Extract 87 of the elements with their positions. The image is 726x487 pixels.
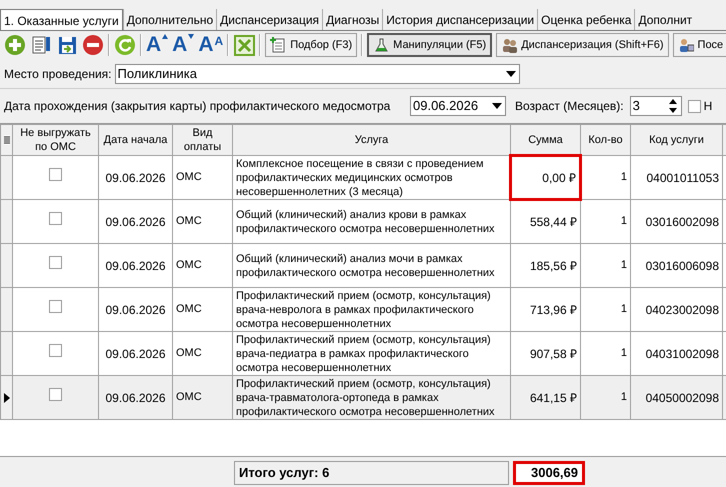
table-row[interactable]: 09.06.2026 ОМС Общий (клинический) анализ мочи в рамках профилактического осмотра несовершеннолетних 185,56 ₽ 1 03016006098 bbox=[0, 244, 726, 288]
table-cell: 1 bbox=[580, 288, 630, 332]
table-cell: 09.06.2026 bbox=[98, 376, 172, 420]
table-cell: Профилактический прием (осмотр, консультация) врача-невролога в рамках профилактического осмотра несовершеннолетних bbox=[232, 288, 510, 332]
checkbox-label: Н bbox=[704, 98, 712, 115]
checkbox[interactable] bbox=[688, 100, 701, 112]
table-row[interactable]: 09.06.2026 ОМС Общий (клинический) анализ крови в рамках профилактического осмотра несовершеннолетних 558,44 ₽ 1 03016002098 bbox=[0, 200, 726, 244]
column-header[interactable]: Сумма bbox=[510, 124, 580, 156]
age-spinner[interactable]: 3 bbox=[630, 96, 682, 116]
table-cell: 04001011053 bbox=[630, 156, 722, 200]
toolbar-button[interactable]: Диспансеризация (Shift+F6) bbox=[496, 33, 669, 57]
table-cell: 185,56 ₽ bbox=[510, 244, 580, 288]
table-cell: 03016002098 bbox=[630, 200, 722, 244]
checkbox[interactable] bbox=[49, 212, 62, 226]
tab[interactable]: 1. Оказанные услуги bbox=[0, 9, 123, 30]
table-cell: 03016006098 bbox=[630, 244, 722, 288]
current-row-icon bbox=[4, 392, 10, 402]
column-header[interactable]: Не выгружать по ОМС bbox=[12, 124, 98, 156]
checkbox[interactable] bbox=[49, 256, 62, 270]
document-add-icon bbox=[270, 37, 286, 53]
table-row[interactable]: 09.06.2026 ОМС Профилактический прием (осмотр, консультация) врача-травматолога-ортопеда в рамках профилактического осмотра несовершеннолетних 641,15 ₽ 1 04050002098 bbox=[0, 376, 726, 420]
table-cell: 1 bbox=[580, 200, 630, 244]
dropdown-arrow-icon bbox=[506, 70, 516, 76]
table-cell: Общий (клинический) анализ крови в рамках профилактического осмотра несовершеннолетних bbox=[232, 200, 510, 244]
delete-icon[interactable] bbox=[82, 34, 104, 56]
checkbox[interactable] bbox=[49, 388, 62, 402]
table-cell: 09.06.2026 bbox=[98, 156, 172, 200]
tab[interactable]: Дополнит bbox=[634, 9, 696, 30]
table-cell: 558,44 ₽ bbox=[510, 200, 580, 244]
summary-label: Итого услуг: 6 bbox=[234, 461, 509, 485]
triangle-down-icon bbox=[188, 34, 194, 39]
table-cell: 713,96 ₽ bbox=[510, 288, 580, 332]
total-value: 3006,69 bbox=[513, 461, 585, 485]
table-cell: ОМС bbox=[172, 156, 232, 200]
column-header[interactable]: Кол-во bbox=[580, 124, 630, 156]
checkbox[interactable] bbox=[49, 344, 62, 358]
column-header[interactable]: Код услуги bbox=[630, 124, 722, 156]
spreadsheet-icon[interactable] bbox=[233, 34, 256, 56]
person-icon bbox=[678, 37, 694, 53]
font-size-button[interactable]: A bbox=[172, 34, 194, 56]
table-cell: ОМС bbox=[172, 244, 232, 288]
table-cell: ОМС bbox=[172, 376, 232, 420]
toolbar-button[interactable]: Посе bbox=[672, 33, 726, 57]
table-cell: Профилактический прием (осмотр, консультация) врача-травматолога-ортопеда в рамках профилактического осмотра несовершеннолетних bbox=[232, 376, 510, 420]
table-cell: ОМС bbox=[172, 200, 232, 244]
triangle-up-icon bbox=[162, 34, 168, 39]
table-cell: 1 bbox=[580, 376, 630, 420]
toolbar-button[interactable]: Подбор (F3) bbox=[265, 33, 358, 57]
table-cell: 09.06.2026 bbox=[98, 244, 172, 288]
dropdown-arrow-icon bbox=[492, 103, 502, 109]
table-cell: 09.06.2026 bbox=[98, 288, 172, 332]
tab[interactable]: Диспансеризация bbox=[216, 9, 322, 30]
save-icon[interactable] bbox=[56, 34, 78, 56]
refresh-icon[interactable] bbox=[114, 34, 136, 56]
column-header[interactable]: Услуга bbox=[232, 124, 510, 156]
tab[interactable]: Дополнительно bbox=[122, 9, 216, 30]
table-cell: 641,15 ₽ bbox=[510, 376, 580, 420]
date-picker[interactable]: 09.06.2026 bbox=[410, 96, 506, 116]
column-header[interactable]: Дата начала bbox=[98, 124, 172, 156]
font-size-button[interactable]: A bbox=[146, 34, 168, 56]
table-cell: 09.06.2026 bbox=[98, 200, 172, 244]
table-cell: Общий (клинический) анализ мочи в рамках профилактического осмотра несовершеннолетних bbox=[232, 244, 510, 288]
table-row[interactable]: 09.06.2026 ОМС Комплексное посещение в связи с проведением профилактических медицинских осмотров несовершеннолетних (3 месяца) 0,00 ₽ 1 04001011053 bbox=[0, 156, 726, 200]
flask-icon bbox=[373, 37, 390, 53]
people-icon bbox=[501, 37, 518, 53]
table-cell: 04023002098 bbox=[630, 288, 722, 332]
table-cell: 1 bbox=[580, 156, 630, 200]
document-edit-icon[interactable] bbox=[30, 34, 52, 56]
field-label: Дата прохождения (закрытия карты) профилактического медосмотра bbox=[4, 98, 392, 115]
tab[interactable]: Диагнозы bbox=[322, 9, 382, 30]
field-label: Возраст (Месяцев): bbox=[515, 98, 624, 115]
table-cell: 04050002098 bbox=[630, 376, 722, 420]
checkbox[interactable] bbox=[49, 300, 62, 314]
column-chooser-icon[interactable] bbox=[4, 136, 10, 144]
table-cell: 0,00 ₽ bbox=[510, 156, 580, 200]
toolbar-button[interactable]: Манипуляции (F5) bbox=[367, 33, 492, 57]
tab[interactable]: История диспансеризации bbox=[382, 9, 538, 30]
field-label: Место проведения: bbox=[4, 66, 112, 82]
location-dropdown[interactable]: Поликлиника bbox=[114, 64, 520, 84]
font-size-button[interactable]: A$^{A}$ bbox=[198, 34, 224, 56]
tab[interactable]: Оценка ребенка bbox=[537, 9, 634, 30]
table-row[interactable]: 09.06.2026 ОМС Профилактический прием (осмотр, консультация) врача-невролога в рамках профилактического осмотра несовершеннолетних 713,96 ₽ 1 04023002098 bbox=[0, 288, 726, 332]
column-header[interactable]: Вид оплаты bbox=[172, 124, 232, 156]
checkbox[interactable] bbox=[49, 168, 62, 182]
table-cell: ОМС bbox=[172, 288, 232, 332]
spin-arrows-icon bbox=[668, 99, 677, 113]
table-cell: 1 bbox=[580, 244, 630, 288]
